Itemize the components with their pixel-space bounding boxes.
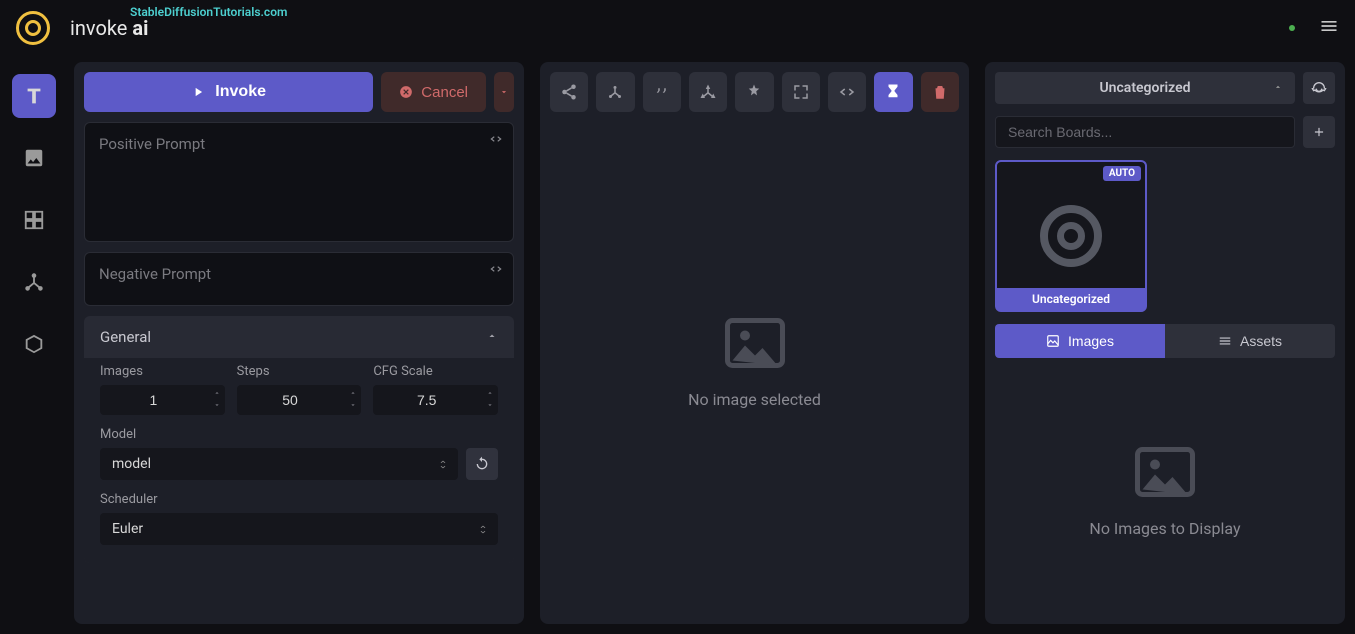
cfg-input[interactable] [373,385,498,415]
model-select[interactable]: model [100,448,458,480]
nav-text-to-image[interactable] [12,74,56,118]
cancel-button[interactable]: Cancel [381,72,486,112]
scheduler-select[interactable]: Euler [100,513,498,545]
images-step-down[interactable] [211,399,223,411]
prompt-embed-icon[interactable] [489,131,503,150]
menu-button[interactable] [1319,16,1339,40]
center-panel: No image selected [540,62,969,624]
scheduler-label: Scheduler [100,492,498,507]
board-select[interactable]: Uncategorized [995,72,1295,104]
steps-label: Steps [237,364,362,379]
delete-button[interactable] [921,72,959,112]
send-to-img2img-button[interactable] [596,72,634,112]
cfg-step-up[interactable] [484,387,496,399]
cfg-step-down[interactable] [484,399,496,411]
app-logo [16,11,50,45]
positive-prompt-input[interactable]: Positive Prompt [84,122,514,242]
images-input[interactable] [100,385,225,415]
nav-cube[interactable] [12,322,56,366]
refresh-models-button[interactable] [466,448,498,480]
gallery-placeholder-icon [1133,447,1197,519]
select-caret-icon [478,520,488,539]
select-caret-icon [438,455,448,474]
tab-images[interactable]: Images [995,324,1165,358]
board-search-input[interactable] [995,116,1295,148]
use-seed-button[interactable] [689,72,727,112]
cancel-dropdown[interactable] [494,72,514,112]
side-nav [10,62,58,624]
negative-prompt-input[interactable]: Negative Prompt [84,252,514,306]
steps-step-up[interactable] [347,387,359,399]
board-thumb-label: Uncategorized [997,288,1145,310]
board-logo-icon [1040,205,1102,267]
images-label: Images [100,364,225,379]
cfg-label: CFG Scale [373,364,498,379]
use-prompt-button[interactable] [643,72,681,112]
chevron-up-icon [1273,80,1283,96]
share-button[interactable] [550,72,588,112]
watermark-text: StableDiffusionTutorials.com [130,5,287,19]
images-step-up[interactable] [211,387,223,399]
general-header[interactable]: General [84,316,514,358]
right-panel: Uncategorized AUTO Uncategorized [985,62,1345,624]
general-section: General Images [84,316,514,563]
gallery-empty-text: No Images to Display [1089,519,1240,538]
tab-assets[interactable]: Assets [1165,324,1335,358]
invoke-button[interactable]: Invoke [84,72,373,112]
nav-nodes[interactable] [12,260,56,304]
nav-grid[interactable] [12,198,56,242]
center-empty-text: No image selected [688,390,821,409]
brand-title: invoke ai [70,16,148,40]
negative-prompt-placeholder: Negative Prompt [99,265,499,283]
metadata-button[interactable] [828,72,866,112]
board-thumbnail[interactable]: AUTO Uncategorized [995,160,1147,312]
expand-button[interactable] [782,72,820,112]
status-indicator [1289,25,1295,31]
image-placeholder-icon [723,318,787,390]
gallery-settings-button[interactable] [1303,72,1335,104]
steps-input[interactable] [237,385,362,415]
left-panel: Invoke Cancel Positive Prompt Negative P… [74,62,524,624]
steps-step-down[interactable] [347,399,359,411]
model-label: Model [100,427,458,442]
progress-button[interactable] [874,72,912,112]
positive-prompt-placeholder: Positive Prompt [99,135,499,153]
board-auto-badge: AUTO [1103,166,1141,181]
use-all-button[interactable] [735,72,773,112]
neg-prompt-embed-icon[interactable] [489,261,503,280]
chevron-up-icon [486,328,498,346]
nav-image[interactable] [12,136,56,180]
add-board-button[interactable] [1303,116,1335,148]
